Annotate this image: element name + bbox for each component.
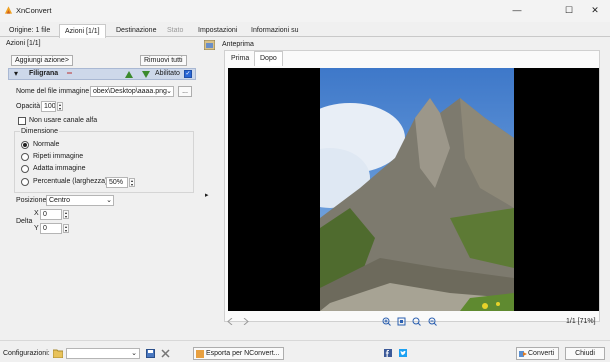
save-icon[interactable] bbox=[146, 349, 155, 358]
preview-image bbox=[320, 68, 514, 311]
zoom-actual-icon[interactable] bbox=[412, 317, 421, 326]
opacity-stepper[interactable]: ▴ ▾ bbox=[57, 102, 63, 111]
config-label: Configurazioni: bbox=[3, 350, 50, 357]
position-label: Posizione bbox=[16, 197, 47, 204]
browse-label: ... bbox=[182, 88, 188, 95]
close-app-label: Chiudi bbox=[575, 350, 595, 357]
percent-value: 50% bbox=[109, 179, 124, 186]
preview-tab-prima[interactable]: Prima bbox=[226, 52, 254, 65]
title-bar: XnConvert — ☐ ✕ bbox=[0, 0, 610, 22]
opacity-input[interactable]: 100 bbox=[41, 101, 56, 112]
opacity-label: Opacità bbox=[16, 103, 41, 110]
delta-x-input[interactable]: 0 bbox=[40, 209, 62, 220]
dimension-title: Dimensione bbox=[20, 128, 59, 135]
no-alpha-label: Non usare canale alfa bbox=[29, 117, 98, 124]
main-tabbar: Origine: 1 file Azioni [1/1] Destinazion… bbox=[0, 22, 610, 38]
facebook-icon[interactable] bbox=[384, 349, 392, 357]
tab-informazioni[interactable]: Informazioni su bbox=[246, 24, 303, 37]
tab-origine[interactable]: Origine: 1 file bbox=[4, 24, 55, 37]
tab-destinazione[interactable]: Destinazione bbox=[111, 24, 161, 37]
radio-adatta-label: Adatta immagine bbox=[33, 165, 86, 172]
remove-all-label: Rimuovi tutti bbox=[144, 57, 183, 64]
twitter-icon[interactable] bbox=[399, 349, 407, 357]
action-name: Filigrana bbox=[29, 70, 59, 77]
add-action-label: Aggiungi azione> bbox=[15, 57, 69, 64]
position-value: Centro bbox=[49, 197, 71, 204]
filename-value: obex\Desktop\aaaa.png bbox=[93, 88, 167, 95]
maximize-button[interactable]: ☐ bbox=[557, 0, 581, 20]
filename-field[interactable]: obex\Desktop\aaaa.png ⌄ bbox=[90, 86, 174, 97]
delta-y-value: 0 bbox=[43, 225, 47, 232]
radio-ripeti-label: Ripeti immagine bbox=[33, 153, 84, 160]
zoom-in-icon[interactable] bbox=[382, 317, 391, 326]
tab-azioni[interactable]: Azioni [1/1] bbox=[59, 24, 106, 38]
remove-all-button[interactable]: Rimuovi tutti bbox=[140, 55, 187, 66]
nav-prev-icon[interactable] bbox=[227, 318, 234, 325]
close-app-button[interactable]: Chiudi bbox=[565, 347, 605, 360]
app-logo-icon bbox=[4, 6, 13, 14]
chevron-down-icon: ⌄ bbox=[131, 350, 137, 357]
up-icon[interactable] bbox=[125, 71, 133, 78]
opacity-value: 100 bbox=[44, 103, 56, 110]
radio-normale[interactable] bbox=[21, 141, 29, 149]
mountain-photo-icon bbox=[320, 68, 514, 311]
delta-x-value: 0 bbox=[43, 211, 47, 218]
zoom-fit-icon[interactable] bbox=[397, 317, 406, 326]
export-label: Esporta per NConvert... bbox=[206, 350, 280, 357]
preview-tab-dopo[interactable]: Dopo bbox=[254, 51, 283, 66]
delta-x-stepper[interactable]: ▴ ▾ bbox=[63, 210, 69, 219]
radio-adatta[interactable] bbox=[21, 165, 29, 173]
minimize-button[interactable]: — bbox=[505, 0, 529, 20]
convert-button[interactable]: Converti bbox=[516, 347, 559, 360]
percent-input[interactable]: 50% bbox=[106, 177, 128, 188]
delta-y-stepper[interactable]: ▴ ▾ bbox=[63, 224, 69, 233]
close-button[interactable]: ✕ bbox=[583, 0, 607, 20]
radio-percentuale[interactable] bbox=[21, 178, 29, 186]
enabled-label: Abilitato bbox=[155, 70, 180, 77]
radio-normale-label: Normale bbox=[33, 141, 60, 148]
radio-ripeti[interactable] bbox=[21, 153, 29, 161]
percent-stepper[interactable]: ▴ ▾ bbox=[129, 178, 135, 187]
delta-y-input[interactable]: 0 bbox=[40, 223, 62, 234]
down-icon[interactable] bbox=[142, 71, 150, 78]
collapse-icon[interactable]: ▾ bbox=[14, 69, 18, 78]
actions-header: Azioni [1/1] bbox=[6, 40, 41, 47]
tab-stato[interactable]: Stato bbox=[162, 24, 188, 37]
tab-impostazioni[interactable]: Impostazioni bbox=[193, 24, 242, 37]
browse-button[interactable]: ... bbox=[178, 86, 192, 97]
add-action-button[interactable]: Aggiungi azione> bbox=[11, 55, 73, 66]
nav-next-icon[interactable] bbox=[242, 318, 249, 325]
position-select[interactable]: Centro ⌄ bbox=[46, 195, 114, 206]
chevron-down-icon: ⌄ bbox=[106, 197, 112, 204]
chevron-down-icon: ⌄ bbox=[166, 88, 172, 95]
no-alpha-checkbox[interactable] bbox=[18, 117, 26, 125]
delete-icon[interactable] bbox=[161, 349, 170, 358]
convert-icon bbox=[519, 351, 527, 357]
preview-header: Anteprima bbox=[222, 41, 254, 48]
preview-toggle-icon[interactable] bbox=[204, 40, 215, 50]
delta-label: Delta bbox=[16, 218, 33, 225]
folder-icon[interactable] bbox=[53, 349, 63, 358]
action-item-filigrana[interactable]: ▾ Filigrana ═ Abilitato ✓ bbox=[8, 68, 196, 80]
delta-y-label: Y bbox=[34, 225, 39, 232]
action-remove-icon[interactable]: ═ bbox=[67, 70, 72, 77]
convert-label: Converti bbox=[528, 350, 555, 357]
config-select[interactable]: ⌄ bbox=[66, 348, 140, 359]
radio-percentuale-label: Percentuale (larghezza) bbox=[33, 178, 108, 185]
export-icon bbox=[196, 350, 204, 358]
page-info: 1/1 [71%] bbox=[566, 318, 596, 325]
zoom-out-icon[interactable] bbox=[428, 317, 437, 326]
delta-x-label: X bbox=[34, 210, 39, 217]
export-nconvert-button[interactable]: Esporta per NConvert... bbox=[193, 347, 284, 360]
window-title: XnConvert bbox=[16, 6, 52, 15]
enabled-checkbox[interactable]: ✓ bbox=[184, 70, 192, 78]
filename-label: Nome del file immagine bbox=[16, 88, 90, 95]
